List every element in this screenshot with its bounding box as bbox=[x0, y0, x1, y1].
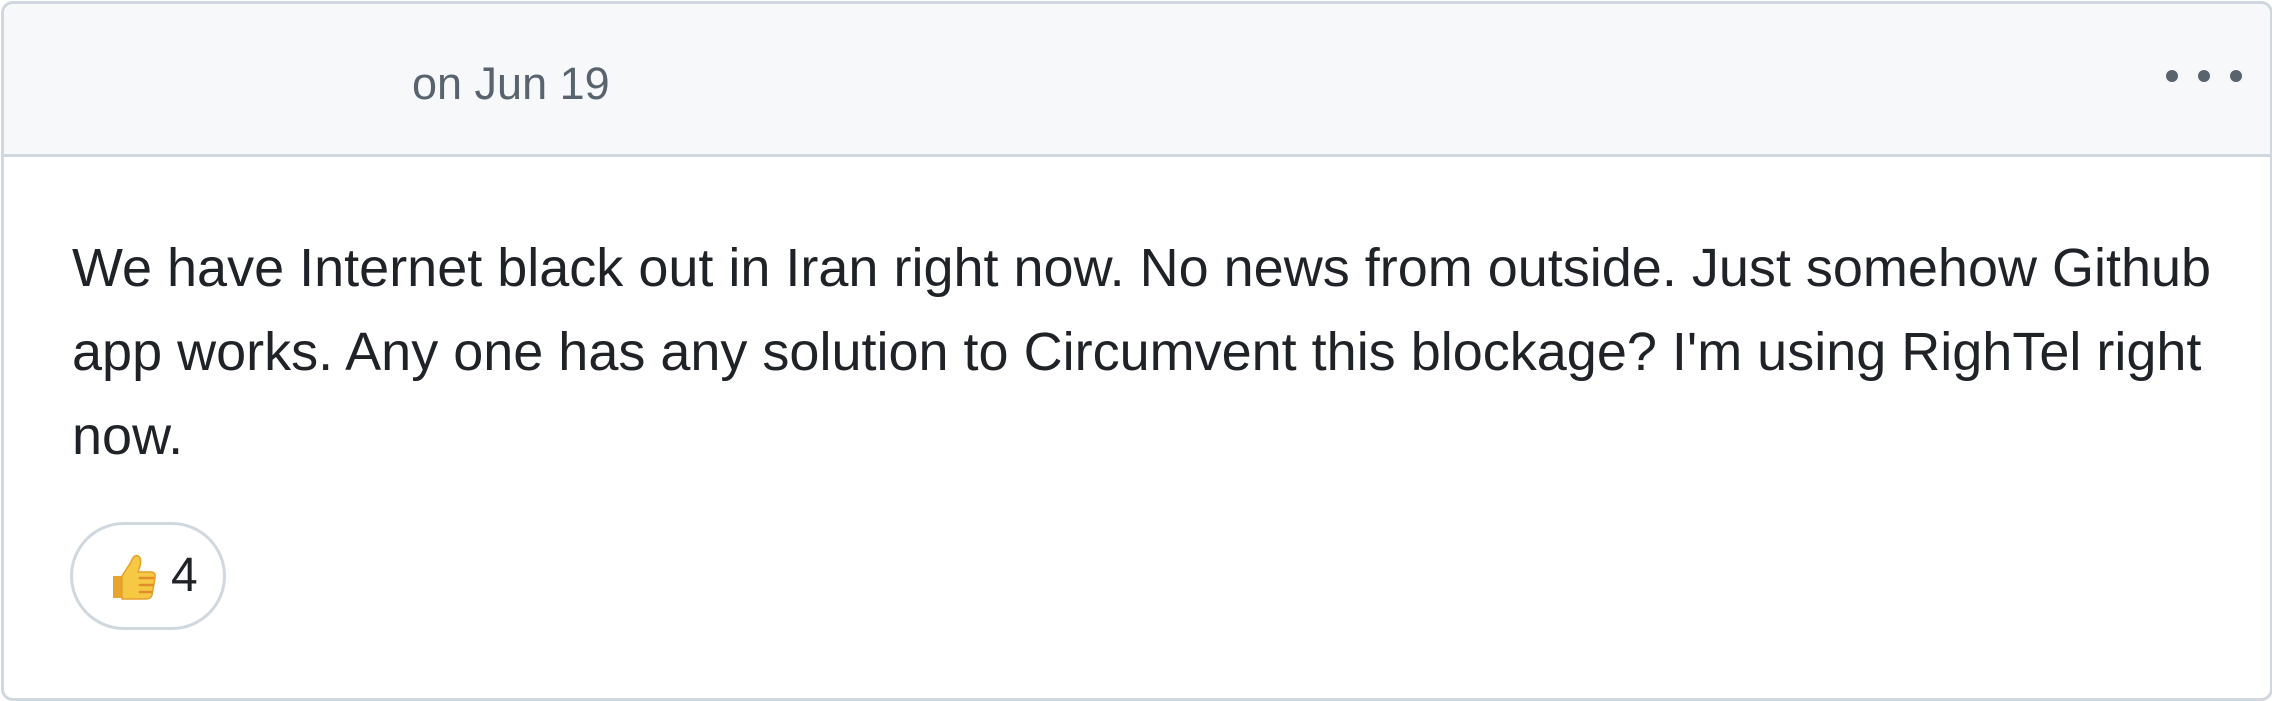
comment-timestamp[interactable]: on Jun 19 bbox=[412, 56, 610, 112]
kebab-dot bbox=[2198, 70, 2210, 82]
more-options-icon[interactable] bbox=[2166, 52, 2242, 100]
reaction-count: 4 bbox=[171, 549, 198, 602]
comment-card: on Jun 19 We have Internet black out in … bbox=[1, 1, 2272, 701]
comment-header: on Jun 19 bbox=[4, 4, 2270, 157]
kebab-dot bbox=[2230, 70, 2242, 82]
comment-body: We have Internet black out in Iran right… bbox=[72, 238, 2212, 466]
thumbs-up-reaction-button[interactable]: 4 bbox=[70, 522, 226, 630]
thumbs-up-icon bbox=[113, 554, 156, 600]
kebab-dot bbox=[2166, 70, 2178, 82]
